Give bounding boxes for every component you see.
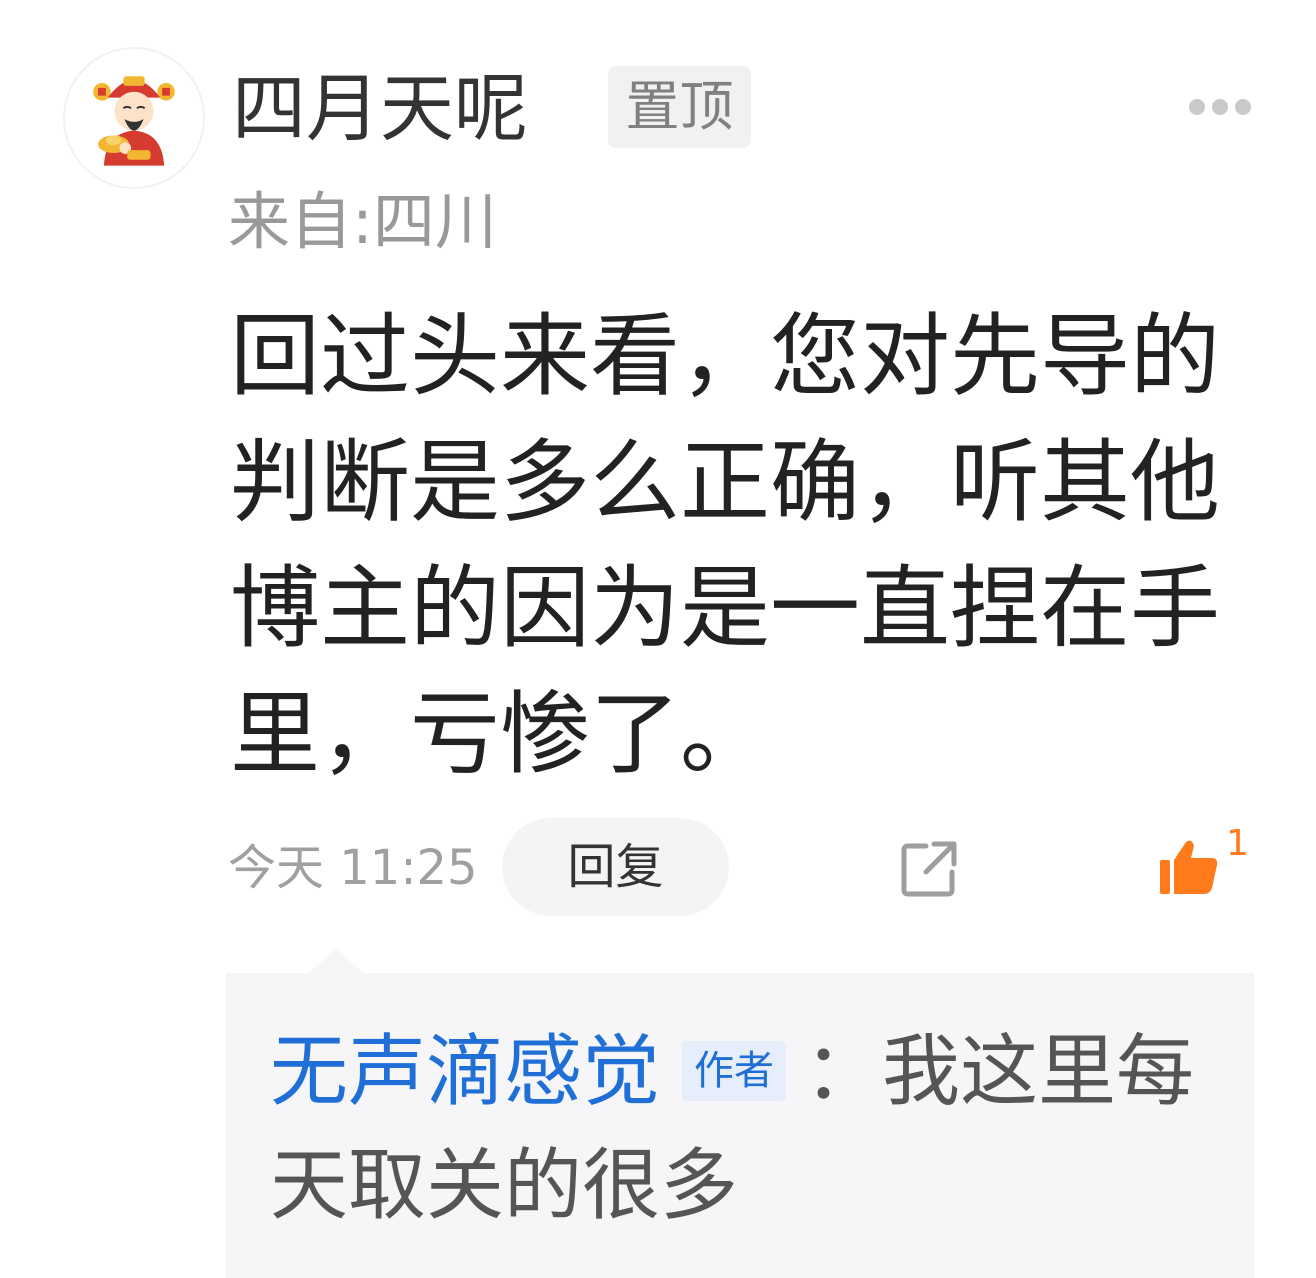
avatar[interactable] xyxy=(63,47,205,189)
reply-content: 无声滴感觉 作者 ：我这里每天取关的很多 xyxy=(270,1015,1230,1243)
like-count: 1 xyxy=(1226,823,1249,864)
reply-author-link[interactable]: 无声滴感觉 xyxy=(270,1027,660,1117)
reply-card-pointer xyxy=(308,948,364,974)
location-label: 来自:四川 xyxy=(228,185,497,258)
reply-button[interactable]: 回复 xyxy=(502,818,729,916)
username[interactable]: 四月天呢 xyxy=(232,64,528,154)
caishen-avatar-icon xyxy=(65,49,203,187)
thumbs-up-icon xyxy=(1160,840,1218,894)
comment-timestamp: 今天 11:25 xyxy=(228,840,478,896)
more-dots-icon[interactable] xyxy=(1186,96,1254,118)
author-badge: 作者 xyxy=(682,1040,787,1101)
pinned-badge: 置顶 xyxy=(608,66,751,148)
like-button[interactable]: 1 xyxy=(1154,824,1249,902)
share-icon[interactable] xyxy=(896,836,962,902)
reply-card[interactable]: 无声滴感觉 作者 ：我这里每天取关的很多 xyxy=(226,973,1254,1278)
reply-separator: ： xyxy=(804,1027,883,1117)
comment-text: 回过头来看，您对先导的判断是多么正确，听其他博主的因为是一直捏在手里，亏惨了。 xyxy=(230,304,1220,787)
